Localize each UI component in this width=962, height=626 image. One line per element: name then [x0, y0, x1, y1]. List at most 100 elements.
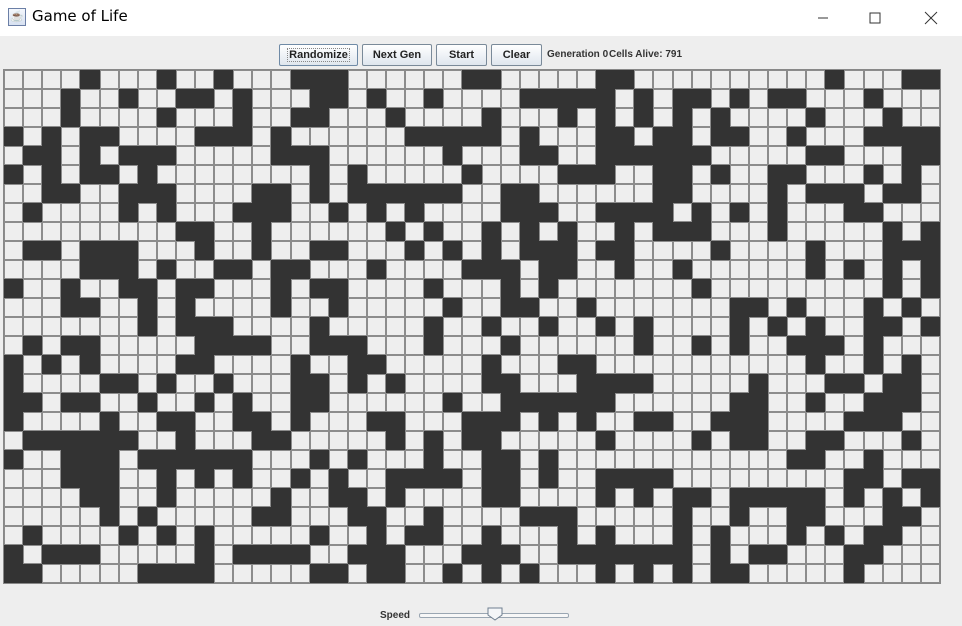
grid-cell[interactable] — [290, 507, 310, 526]
grid-cell[interactable] — [252, 89, 272, 108]
grid-cell[interactable] — [443, 507, 463, 526]
grid-cell[interactable] — [863, 488, 883, 507]
grid-cell[interactable] — [80, 507, 100, 526]
grid-cell[interactable] — [424, 374, 444, 393]
grid-cell[interactable] — [901, 108, 921, 127]
grid-cell[interactable] — [214, 564, 234, 583]
grid-cell[interactable] — [100, 450, 119, 469]
grid-cell[interactable] — [538, 545, 558, 564]
grid-cell[interactable] — [271, 393, 291, 412]
grid-cell[interactable] — [291, 108, 310, 127]
grid-cell[interactable] — [252, 260, 272, 279]
grid-cell[interactable] — [729, 279, 749, 298]
grid-cell[interactable] — [500, 241, 520, 260]
grid-cell[interactable] — [729, 70, 749, 89]
grid-cell[interactable] — [310, 146, 329, 165]
grid-cell[interactable] — [825, 298, 845, 317]
grid-cell[interactable] — [290, 526, 310, 545]
grid-cell[interactable] — [214, 469, 234, 488]
grid-cell[interactable] — [901, 336, 921, 355]
grid-cell[interactable] — [100, 469, 119, 488]
grid-cell[interactable] — [615, 336, 635, 355]
grid-cell[interactable] — [42, 488, 62, 507]
grid-cell[interactable] — [482, 488, 501, 507]
grid-cell[interactable] — [309, 298, 329, 317]
grid-cell[interactable] — [309, 222, 329, 241]
grid-cell[interactable] — [672, 412, 692, 431]
grid-cell[interactable] — [844, 108, 864, 127]
grid-cell[interactable] — [23, 298, 43, 317]
grid-cell[interactable] — [42, 507, 62, 526]
grid-cell[interactable] — [329, 89, 348, 108]
grid-cell[interactable] — [100, 488, 119, 507]
grid-cell[interactable] — [538, 374, 558, 393]
grid-cell[interactable] — [844, 469, 863, 488]
grid-cell[interactable] — [634, 222, 654, 241]
grid-cell[interactable] — [137, 469, 157, 488]
grid-cell[interactable] — [138, 184, 157, 203]
grid-cell[interactable] — [539, 450, 558, 469]
grid-cell[interactable] — [291, 70, 310, 89]
grid-cell[interactable] — [920, 393, 940, 412]
grid-cell[interactable] — [787, 260, 807, 279]
grid-cell[interactable] — [310, 108, 329, 127]
grid-cell[interactable] — [806, 412, 826, 431]
grid-cell[interactable] — [367, 564, 386, 583]
grid-cell[interactable] — [137, 431, 157, 450]
grid-cell[interactable] — [901, 564, 921, 583]
grid-cell[interactable] — [329, 488, 348, 507]
grid-cell[interactable] — [768, 336, 788, 355]
grid-cell[interactable] — [195, 450, 214, 469]
grid-cell[interactable] — [386, 165, 406, 184]
grid-cell[interactable] — [672, 279, 692, 298]
grid-cell[interactable] — [80, 184, 100, 203]
grid-cell[interactable] — [80, 108, 100, 127]
grid-cell[interactable] — [290, 241, 310, 260]
grid-cell[interactable] — [80, 526, 100, 545]
grid-cell[interactable] — [195, 165, 215, 184]
grid-cell[interactable] — [748, 127, 769, 146]
grid-cell[interactable] — [634, 374, 653, 393]
grid-cell[interactable] — [328, 507, 348, 526]
grid-cell[interactable] — [596, 393, 615, 412]
grid-cell[interactable] — [482, 469, 501, 488]
grid-cell[interactable] — [634, 279, 654, 298]
grid-cell[interactable] — [500, 70, 520, 89]
grid-cell[interactable] — [328, 146, 348, 165]
grid-cell[interactable] — [61, 298, 80, 317]
grid-cell[interactable] — [252, 469, 272, 488]
grid-cell[interactable] — [883, 526, 902, 545]
grid-cell[interactable] — [42, 279, 62, 298]
grid-cell[interactable] — [825, 355, 845, 374]
grid-cell[interactable] — [462, 393, 482, 412]
grid-cell[interactable] — [577, 70, 597, 89]
grid-cell[interactable] — [195, 146, 215, 165]
grid-cell[interactable] — [710, 488, 730, 507]
grid-cell[interactable] — [634, 317, 653, 336]
grid-cell[interactable] — [768, 545, 787, 564]
grid-cell[interactable] — [844, 70, 864, 89]
grid-cell[interactable] — [118, 393, 138, 412]
grid-cell[interactable] — [100, 507, 119, 526]
grid-cell[interactable] — [214, 507, 234, 526]
grid-cell[interactable] — [138, 165, 157, 184]
grid-cell[interactable] — [80, 488, 99, 507]
grid-cell[interactable] — [825, 450, 845, 469]
grid-cell[interactable] — [883, 184, 902, 203]
grid-cell[interactable] — [156, 165, 176, 184]
grid-cell[interactable] — [557, 412, 578, 431]
grid-cell[interactable] — [863, 222, 883, 241]
grid-cell[interactable] — [80, 298, 99, 317]
grid-cell[interactable] — [118, 127, 138, 146]
grid-cell[interactable] — [138, 279, 157, 298]
grid-cell[interactable] — [768, 507, 788, 526]
grid-cell[interactable] — [42, 317, 62, 336]
grid-cell[interactable] — [653, 545, 672, 564]
grid-cell[interactable] — [825, 374, 844, 393]
grid-cell[interactable] — [348, 450, 367, 469]
grid-cell[interactable] — [424, 298, 444, 317]
grid-cell[interactable] — [768, 184, 787, 203]
grid-cell[interactable] — [405, 222, 425, 241]
grid-cell[interactable] — [23, 127, 43, 146]
grid-cell[interactable] — [825, 260, 845, 279]
